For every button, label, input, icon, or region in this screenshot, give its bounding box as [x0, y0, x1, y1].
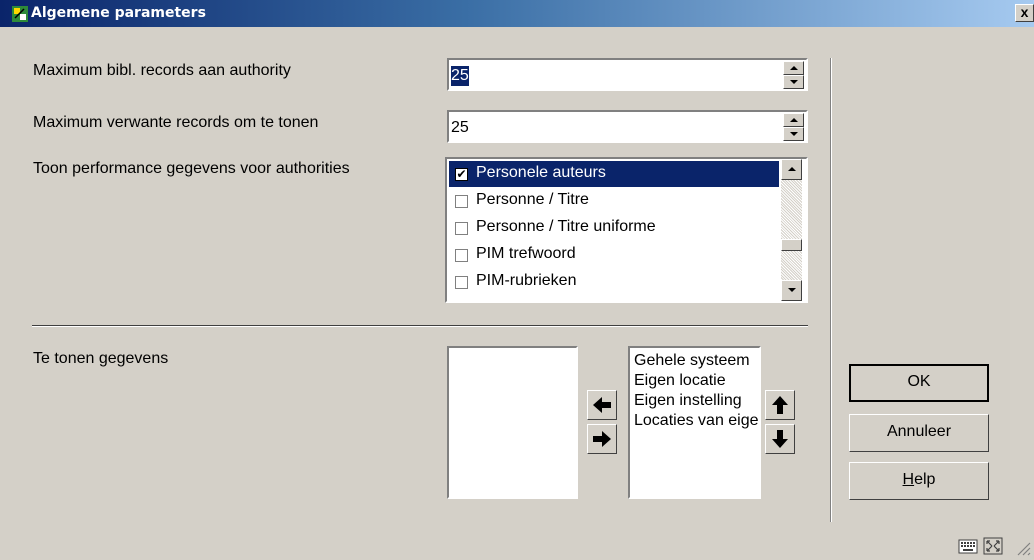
list-item[interactable]: Gehele systeem [634, 352, 750, 370]
arrow-left-icon [593, 397, 611, 413]
spin-up-button[interactable] [783, 61, 804, 75]
spin-down-button[interactable] [783, 127, 804, 141]
separator-vertical [830, 58, 832, 522]
resize-grip-icon[interactable] [1012, 537, 1032, 557]
max-bibl-input[interactable]: 25 [447, 58, 808, 91]
help-label-rest: elp [914, 471, 936, 488]
spin-up-button[interactable] [783, 113, 804, 127]
max-verwante-spinner[interactable] [783, 113, 804, 141]
scroll-up-button[interactable] [781, 159, 802, 180]
check-item-personne-titre-uniforme[interactable]: Personne / Titre uniforme [449, 215, 779, 241]
up-arrow-icon [790, 66, 798, 70]
max-verwante-value: 25 [451, 119, 469, 136]
scroll-thumb[interactable] [781, 239, 802, 251]
check-item-label: PIM trefwoord [476, 245, 576, 262]
ok-button[interactable]: OK [849, 364, 989, 402]
checkbox-icon[interactable] [455, 276, 468, 289]
performance-label: Toon performance gegevens voor authoriti… [33, 160, 350, 177]
max-verwante-label: Maximum verwante records om te tonen [33, 114, 319, 131]
checkbox-checked-icon[interactable]: ✔ [455, 168, 468, 181]
check-item-personele-auteurs[interactable]: ✔ Personele auteurs [449, 161, 779, 187]
down-arrow-icon [790, 132, 798, 136]
performance-checklist[interactable]: ✔ Personele auteurs Personne / Titre Per… [445, 157, 808, 303]
move-up-button[interactable] [765, 390, 795, 420]
check-item-pim-trefwoord[interactable]: PIM trefwoord [449, 242, 779, 268]
list-item[interactable]: Locaties van eigen instelling [634, 412, 759, 430]
close-icon: x [1020, 4, 1029, 20]
checkbox-icon[interactable] [455, 249, 468, 262]
checklist-scrollbar[interactable] [781, 159, 802, 301]
down-arrow-icon [788, 288, 796, 292]
help-button[interactable]: Help [849, 462, 989, 500]
max-verwante-input[interactable]: 25 [447, 110, 808, 143]
cancel-button[interactable]: Annuleer [849, 414, 989, 452]
scroll-down-button[interactable] [781, 280, 802, 301]
close-button[interactable]: x [1015, 4, 1034, 22]
title-bar[interactable]: Algemene parameters [0, 0, 1034, 27]
maximize-icon[interactable] [983, 537, 1003, 555]
up-arrow-icon [790, 118, 798, 122]
up-arrow-icon [788, 167, 796, 171]
window-title: Algemene parameters [31, 5, 206, 21]
selected-fields-list[interactable]: Gehele systeem Eigen locatie Eigen inste… [628, 346, 761, 499]
checkbox-icon[interactable] [455, 195, 468, 208]
separator-horizontal [32, 325, 808, 327]
check-item-label: Personne / Titre uniforme [476, 218, 656, 235]
dialog-window: Algemene parameters x Maximum bibl. reco… [0, 0, 1034, 560]
arrow-up-icon [772, 396, 788, 414]
check-item-pim-rubrieken[interactable]: PIM-rubrieken [449, 269, 779, 295]
move-right-button[interactable] [587, 424, 617, 454]
check-item-personne-titre[interactable]: Personne / Titre [449, 188, 779, 214]
display-label: Te tonen gegevens [33, 350, 169, 367]
check-item-label: Personne / Titre [476, 191, 589, 208]
help-accesskey: H [902, 471, 915, 488]
arrow-right-icon [593, 431, 611, 447]
checkbox-icon[interactable] [455, 222, 468, 235]
arrow-down-icon [772, 430, 788, 448]
max-bibl-label: Maximum bibl. records aan authority [33, 62, 291, 79]
check-item-label: PIM-rubrieken [476, 272, 577, 289]
list-item[interactable]: Eigen locatie [634, 372, 726, 390]
app-icon [12, 6, 28, 22]
check-item-label: Personele auteurs [476, 164, 606, 181]
spin-down-button[interactable] [783, 75, 804, 89]
move-left-button[interactable] [587, 390, 617, 420]
max-bibl-spinner[interactable] [783, 61, 804, 89]
move-down-button[interactable] [765, 424, 795, 454]
down-arrow-icon [790, 80, 798, 84]
list-item[interactable]: Eigen instelling [634, 392, 742, 410]
available-fields-list[interactable] [447, 346, 578, 499]
keyboard-icon[interactable] [958, 537, 978, 555]
max-bibl-value: 25 [451, 66, 469, 86]
